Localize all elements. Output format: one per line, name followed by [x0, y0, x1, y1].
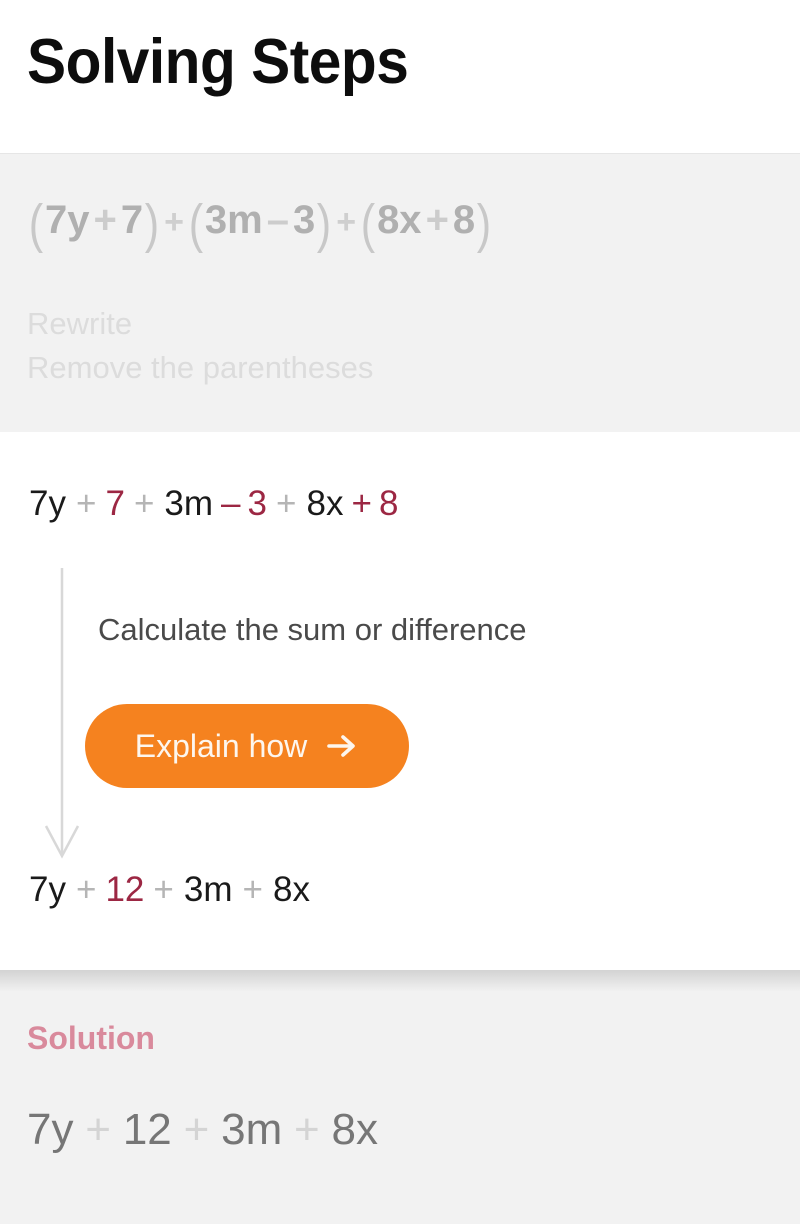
math-token: + [153, 870, 174, 909]
problem-term-7y: 7y [44, 198, 90, 242]
math-token: 7 [105, 484, 125, 523]
math-token: + [242, 870, 263, 909]
step-1-expression: 7y + 7 + 3m – 3 + 8x + 8 [28, 486, 398, 521]
math-token: + [75, 870, 97, 909]
step-2-expression: 7y + 12 + 3m + 8x [28, 872, 311, 907]
rewrite-detail: Remove the parentheses [27, 350, 374, 385]
math-token: – [221, 484, 241, 523]
problem-term-3m: 3m [204, 198, 263, 242]
solution-panel: Solution 7y + 12 + 3m + 8x [0, 970, 800, 1224]
problem-panel: (7y +7) +(3m –3) +(8x +8) Rewrite Remove the … [0, 153, 800, 432]
step-hint: Calculate the sum or difference [98, 612, 527, 647]
problem-join-2: + [336, 203, 357, 241]
math-token: + [75, 484, 97, 523]
math-token: 7y [29, 484, 66, 523]
math-token: + [85, 1105, 111, 1154]
math-token: 8x [306, 484, 344, 523]
problem-term-8: 8 [452, 198, 476, 242]
problem-term-8x: 8x [377, 198, 422, 242]
arrow-down-icon [44, 568, 80, 860]
problem-term-7: 7 [120, 198, 144, 242]
math-token: 3 [247, 484, 267, 523]
problem-term-3: 3 [292, 198, 316, 242]
math-token: 3m [183, 870, 233, 909]
math-token: 7y [27, 1105, 74, 1154]
problem-join-1: + [164, 203, 184, 241]
math-token: 8x [272, 870, 310, 909]
problem-op-2: – [266, 198, 289, 242]
math-token: + [276, 484, 297, 523]
problem-expression: (7y +7) +(3m –3) +(8x +8) [28, 193, 492, 254]
work-area: 7y + 7 + 3m – 3 + 8x + 8 Calculate the s… [0, 432, 800, 970]
math-token: 8 [378, 484, 399, 523]
rewrite-label: Rewrite [27, 306, 133, 341]
solution-label: Solution [27, 1020, 155, 1056]
problem-op-3: + [425, 198, 449, 242]
header: Solving Steps [0, 0, 800, 153]
problem-op-1: + [93, 198, 117, 242]
math-token: + [294, 1105, 320, 1154]
solution-expression: 7y + 12 + 3m + 8x [27, 1108, 378, 1152]
math-token: 3m [221, 1105, 283, 1154]
math-token: 7y [29, 870, 66, 909]
math-token: + [351, 484, 372, 523]
page-title: Solving Steps [27, 27, 409, 97]
math-token: 3m [164, 484, 214, 523]
math-token: 12 [105, 870, 145, 909]
explain-how-button[interactable]: Explain how [85, 704, 409, 788]
math-token: 8x [331, 1105, 379, 1154]
arrow-right-icon [325, 729, 359, 763]
math-token: 12 [122, 1105, 172, 1154]
math-token: + [183, 1105, 210, 1154]
math-token: + [133, 484, 155, 523]
explain-how-label: Explain how [134, 728, 308, 764]
